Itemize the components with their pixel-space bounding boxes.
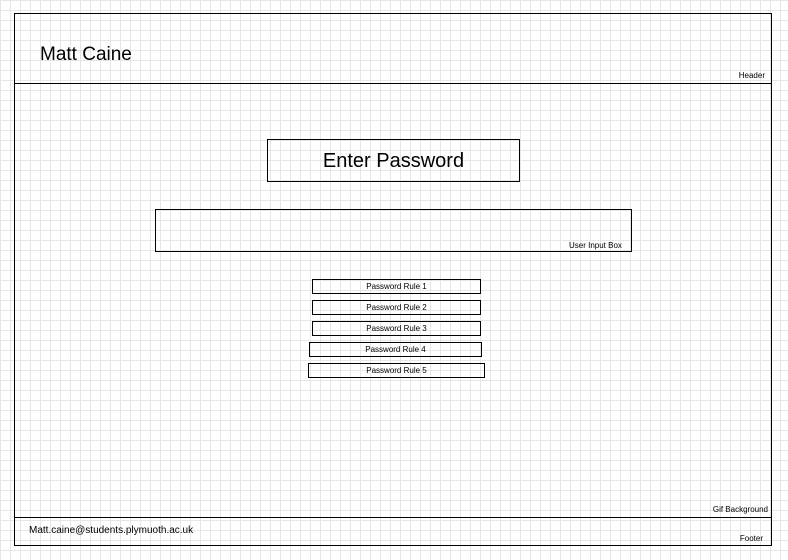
password-rule-2: Password Rule 2 (312, 300, 481, 315)
background-annotation: Gif Background (712, 505, 768, 514)
header-annotation: Header (738, 71, 765, 80)
header: Matt Caine Header (15, 14, 771, 84)
password-rule-5: Password Rule 5 (308, 363, 485, 378)
page-frame: Matt Caine Header Enter Password User In… (14, 13, 772, 546)
password-rule-3: Password Rule 3 (312, 321, 481, 336)
footer: Matt.caine@students.plymuoth.ac.uk Foote… (15, 517, 771, 546)
input-box-annotation: User Input Box (569, 241, 622, 250)
password-rule-1: Password Rule 1 (312, 279, 481, 294)
enter-password-title: Enter Password (267, 139, 520, 182)
password-input[interactable] (155, 209, 632, 252)
footer-annotation: Footer (739, 534, 763, 543)
password-rule-4: Password Rule 4 (309, 342, 482, 357)
site-title: Matt Caine (40, 44, 132, 65)
footer-email: Matt.caine@students.plymuoth.ac.uk (29, 525, 194, 536)
